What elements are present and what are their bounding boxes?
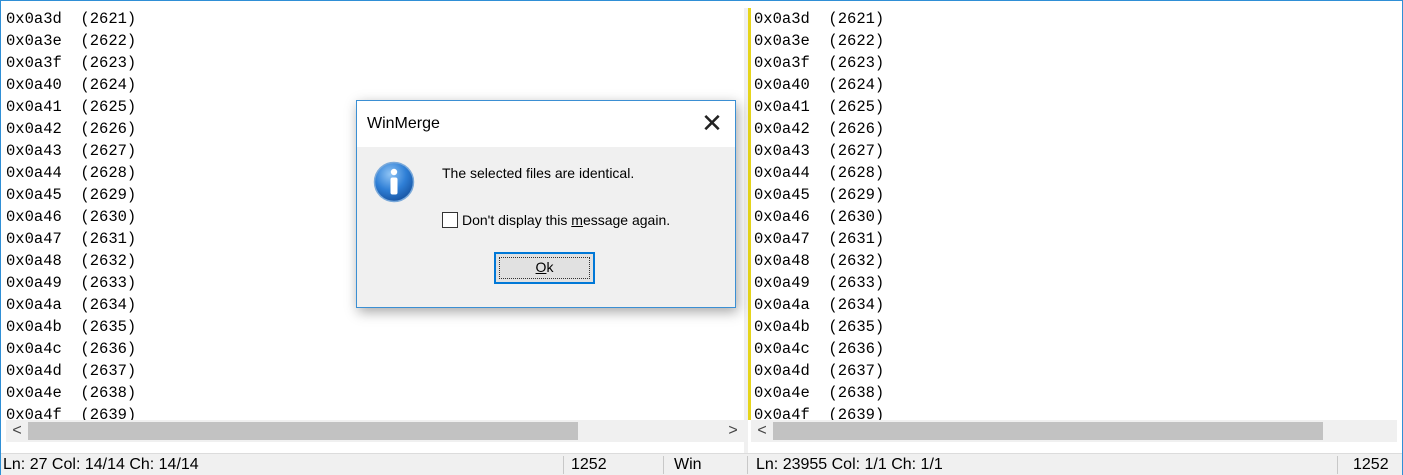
- code-line: 0x0a48 (2632): [754, 252, 885, 270]
- code-line: 0x0a43 (2627): [754, 142, 885, 160]
- dont-show-again-checkbox[interactable]: Don't display this message again.: [442, 212, 670, 228]
- status-separator: [663, 456, 664, 474]
- code-line: 0x0a44 (2628): [754, 164, 885, 182]
- code-line: 0x0a4c (2636): [754, 340, 885, 358]
- code-line: 0x0a4e (2638): [754, 384, 885, 402]
- code-line: 0x0a3e (2622): [6, 32, 137, 50]
- code-line: 0x0a47 (2631): [754, 230, 885, 248]
- code-line: 0x0a3d (2621): [6, 10, 137, 28]
- scroll-left-arrow-icon[interactable]: <: [6, 420, 28, 442]
- code-line: 0x0a41 (2625): [754, 98, 885, 116]
- status-separator: [747, 456, 748, 474]
- right-horizontal-scrollbar[interactable]: <: [751, 420, 1397, 442]
- left-codepage: 1252: [571, 456, 607, 473]
- scroll-left-arrow-icon[interactable]: <: [751, 420, 773, 442]
- location-bar-divider: [748, 8, 751, 420]
- code-line: 0x0a42 (2626): [754, 120, 885, 138]
- code-line: 0x0a4d (2637): [754, 362, 885, 380]
- code-line: 0x0a4b (2635): [754, 318, 885, 336]
- scrollbar-thumb[interactable]: [773, 422, 1323, 440]
- ok-button[interactable]: Ok: [494, 252, 595, 284]
- right-codepage: 1252: [1353, 456, 1389, 473]
- code-line: 0x0a3e (2622): [754, 32, 885, 50]
- code-line: 0x0a4d (2637): [6, 362, 137, 380]
- code-line: 0x0a3f (2623): [754, 54, 885, 72]
- code-line: 0x0a4a (2634): [754, 296, 885, 314]
- dialog-titlebar[interactable]: WinMerge ✕: [357, 101, 735, 147]
- info-icon: [373, 161, 415, 203]
- left-eol-type: Win: [674, 456, 702, 473]
- code-line: 0x0a46 (2630): [754, 208, 885, 226]
- identical-files-dialog: WinMerge ✕ The selected files are identi…: [356, 100, 736, 308]
- focus-rectangle: [499, 257, 590, 279]
- left-cursor-position: Ln: 27 Col: 14/14 Ch: 14/14: [3, 456, 199, 473]
- scrollbar-thumb[interactable]: [28, 422, 578, 440]
- code-line: 0x0a49 (2633): [754, 274, 885, 292]
- dialog-title: WinMerge: [367, 115, 440, 132]
- left-horizontal-scrollbar[interactable]: < >: [6, 420, 744, 442]
- right-file-pane[interactable]: 0x0a3d (2621) 0x0a3e (2622) 0x0a3f (2623) 0…: [754, 8, 1397, 420]
- checkbox-box[interactable]: [442, 212, 458, 228]
- code-line: 0x0a4e (2638): [6, 384, 137, 402]
- checkbox-label-pre: Don't display this: [462, 212, 572, 228]
- status-separator: [563, 456, 564, 474]
- code-line: 0x0a4f (2639): [754, 406, 885, 420]
- close-icon[interactable]: ✕: [695, 107, 729, 141]
- code-line: 0x0a3f (2623): [6, 54, 137, 72]
- checkbox-mnemonic: m: [571, 212, 583, 228]
- code-line: 0x0a45 (2629): [754, 186, 885, 204]
- code-line: 0x0a4f (2639): [6, 406, 137, 420]
- right-cursor-position: Ln: 23955 Col: 1/1 Ch: 1/1: [756, 456, 943, 473]
- status-separator: [1337, 456, 1338, 474]
- scroll-right-arrow-icon[interactable]: >: [722, 420, 744, 442]
- code-line: 0x0a3d (2621): [754, 10, 885, 28]
- code-line: 0x0a40 (2624): [6, 76, 137, 94]
- dialog-message: The selected files are identical.: [442, 165, 635, 181]
- status-bar: Ln: 27 Col: 14/14 Ch: 14/14 1252 Win Ln:…: [1, 453, 1402, 475]
- code-line: 0x0a4b (2635): [6, 318, 137, 336]
- code-line: 0x0a4c (2636): [6, 340, 137, 358]
- code-line: 0x0a40 (2624): [754, 76, 885, 94]
- checkbox-label-post: essage again.: [582, 212, 671, 228]
